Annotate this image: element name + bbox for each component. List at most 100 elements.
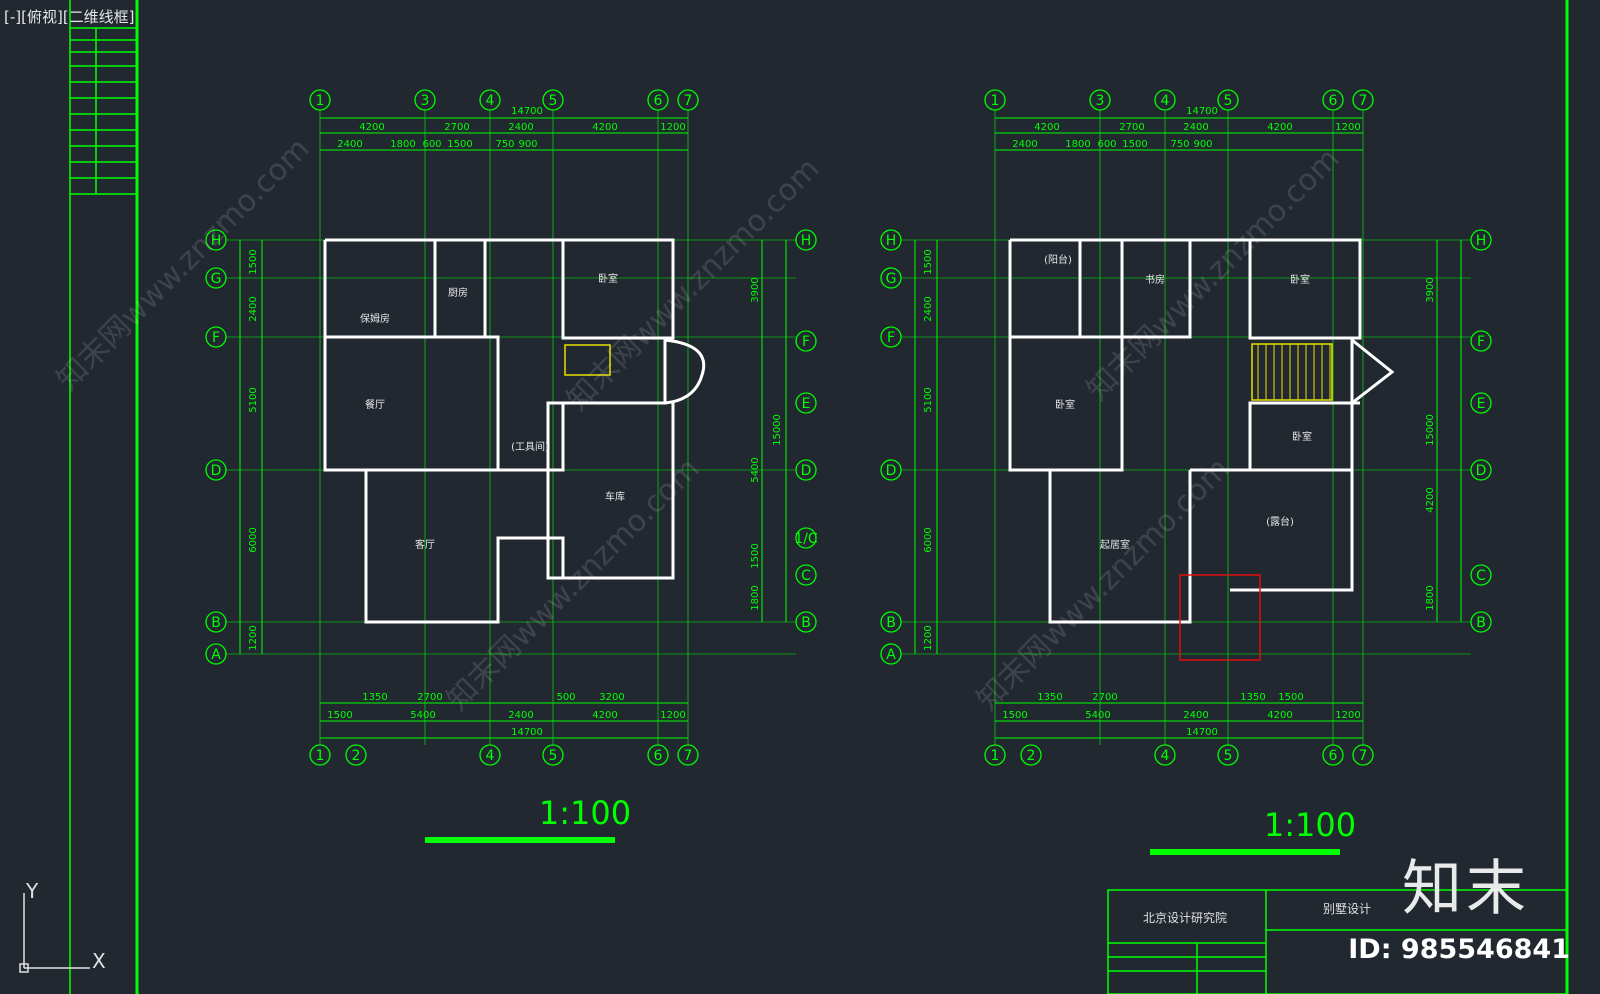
dimension-text: 900	[518, 139, 537, 150]
grid-bubble-label: A	[886, 647, 896, 663]
grid-bubble-label: 1	[991, 748, 1000, 764]
dimension-text: 1500	[248, 249, 259, 274]
dimension-text: 1500	[1122, 139, 1147, 150]
dimension-text: 5400	[750, 457, 761, 482]
dimension-text: 600	[1097, 139, 1116, 150]
dimension-text: 3900	[1425, 277, 1436, 302]
title-block-project: 别墅设计	[1323, 902, 1371, 916]
dimension-text: 1350	[1240, 692, 1265, 703]
dimension-text: 5400	[410, 710, 435, 721]
grid-bubble-label: G	[886, 271, 897, 287]
dimension-text: 5100	[248, 387, 259, 412]
grid-bubble-label: 1	[316, 93, 325, 109]
bay-window	[1351, 338, 1395, 405]
staircase	[1251, 343, 1333, 401]
dimension-text: 4200	[592, 122, 617, 133]
dimension-text: 15000	[1425, 414, 1436, 446]
grid-bubble-label: E	[802, 396, 811, 412]
room-label: 餐厅	[365, 398, 385, 411]
ucs-y-label: Y	[25, 879, 39, 903]
image-id: ID: 985546841	[1348, 934, 1570, 965]
dimension-text: 900	[1193, 139, 1212, 150]
dimension-text: 2400	[1183, 122, 1208, 133]
dimension-text: 1200	[248, 625, 259, 650]
grid-bubble-label: H	[1476, 233, 1487, 249]
dimension-text: 2700	[1092, 692, 1117, 703]
dimension-text: 14700	[511, 727, 543, 738]
room-label: 书房	[1145, 273, 1165, 286]
scale-label: 1:100	[1264, 806, 1356, 844]
dimension-text: 6000	[923, 527, 934, 552]
grid-bubble-label: F	[1477, 334, 1485, 350]
grid-bubble-label: 5	[1224, 748, 1233, 764]
grid-bubble-label: 2	[1027, 748, 1036, 764]
dimension-text: 6000	[248, 527, 259, 552]
dimension-text: 14700	[1186, 727, 1218, 738]
grid-bubble-label: D	[801, 463, 812, 479]
dimension-text: 14700	[1186, 106, 1218, 117]
grid-bubble-label: 7	[684, 748, 693, 764]
dimension-text: 2400	[1183, 710, 1208, 721]
grid-bubble-label: 5	[1224, 93, 1233, 109]
dimension-text: 1200	[1335, 122, 1360, 133]
grid-bubble-label: 7	[684, 93, 693, 109]
dimension-text: 1200	[660, 122, 685, 133]
dimension-text: 2700	[444, 122, 469, 133]
wall-outline	[323, 238, 675, 624]
dimension-text: 1500	[327, 710, 352, 721]
dimension-text: 1800	[1425, 585, 1436, 610]
dimension-text: 2700	[1119, 122, 1144, 133]
room-label: 卧室	[1292, 430, 1312, 443]
dimension-text: 750	[1170, 139, 1189, 150]
cad-viewport[interactable]: [-][俯视][二维线框] 1 3 4 5 6 7 1 2 4 5 6 7 H G F D B A H F E D 1/C C…	[0, 0, 1600, 994]
dimension-text: 1800	[390, 139, 415, 150]
grid-bubble-label: H	[886, 233, 897, 249]
dimension-text: 2400	[508, 122, 533, 133]
grid-bubble-label: F	[802, 334, 810, 350]
plan-ground-floor[interactable]: 1 3 4 5 6 71 2 4 5 6 7HGFDBAHFED1/CCB147004200 2700…	[205, 89, 818, 843]
dimension-text: 1500	[923, 249, 934, 274]
grid-bubble-label: 5	[549, 748, 558, 764]
scale-label: 1:100	[539, 794, 631, 832]
dimension-text: 1800	[1065, 139, 1090, 150]
grid-bubble-label: C	[801, 568, 811, 584]
bay-window	[664, 338, 706, 405]
ucs-x-label: X	[92, 949, 106, 973]
room-label: 卧室	[1290, 273, 1310, 286]
dimension-text: 1200	[1335, 710, 1360, 721]
dimension-text: 1200	[660, 710, 685, 721]
grid-bubble-label: 6	[1329, 748, 1338, 764]
dimension-text: 3200	[599, 692, 624, 703]
dimension-text: 2400	[508, 710, 533, 721]
grid-bubble-label: D	[211, 463, 222, 479]
grid-bubble-label: 1	[316, 748, 325, 764]
dimension-text: 1500	[447, 139, 472, 150]
dimension-text: 1800	[750, 585, 761, 610]
dimension-text: 4200	[1425, 487, 1436, 512]
grid-bubble-label: 1	[991, 93, 1000, 109]
grid-bubble-label: 3	[421, 93, 430, 109]
selected-object	[1179, 574, 1261, 661]
dimension-text: 2400	[337, 139, 362, 150]
grid-bubble-label: 7	[1359, 748, 1368, 764]
dimension-text: 4200	[359, 122, 384, 133]
dimension-text: 1500	[1278, 692, 1303, 703]
grid-bubble-label: 1/C	[794, 531, 818, 547]
left-title-strip	[69, 0, 139, 994]
grid-bubble-label: 6	[1329, 93, 1338, 109]
room-label: 保姆房	[360, 312, 390, 325]
grid-bubble-label: H	[801, 233, 812, 249]
dimension-text: 2400	[248, 296, 259, 321]
grid-bubble-label: 4	[486, 93, 495, 109]
brand-logo: 知末	[1402, 854, 1530, 924]
dimension-text: 4200	[1267, 710, 1292, 721]
grid-bubble-label: E	[1477, 396, 1486, 412]
dimension-text: 2400	[923, 296, 934, 321]
grid-bubble-label: G	[211, 271, 222, 287]
grid-bubble-label: B	[801, 615, 811, 631]
dimension-text: 1500	[1002, 710, 1027, 721]
grid-bubble-label: C	[1476, 568, 1486, 584]
grid-bubble-label: 5	[549, 93, 558, 109]
grid-bubble-label: 4	[1161, 748, 1170, 764]
dimension-text: 2400	[1012, 139, 1037, 150]
